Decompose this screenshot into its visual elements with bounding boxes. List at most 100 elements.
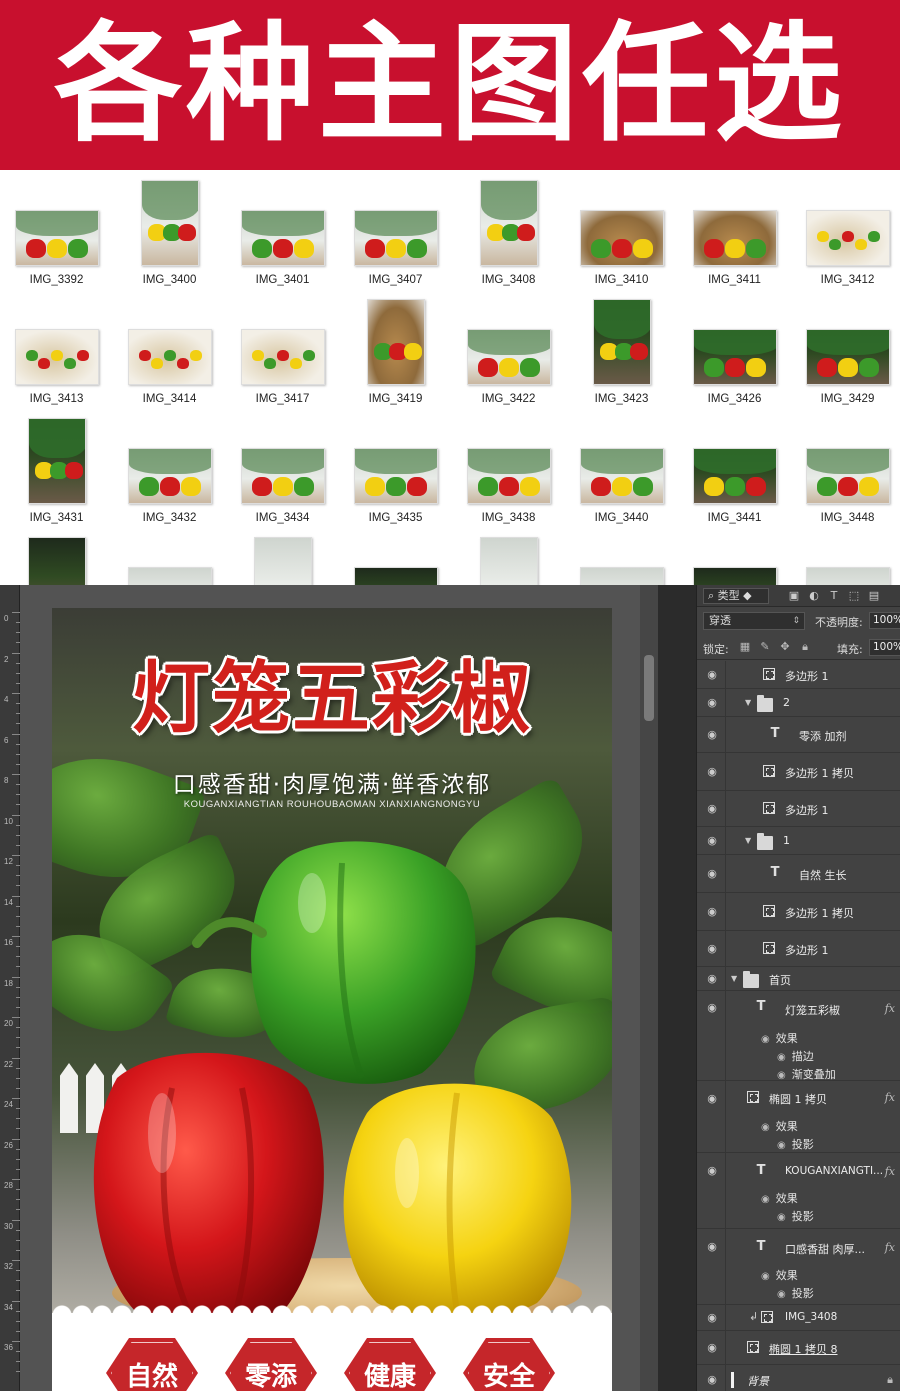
expand-triangle-icon[interactable]: ▼ — [745, 836, 751, 845]
eye-icon[interactable]: ◉ — [705, 1241, 719, 1252]
expand-triangle-icon[interactable]: ▼ — [731, 974, 737, 983]
filter-shape-icon[interactable]: ⬚ — [847, 589, 861, 603]
layer-group-row[interactable]: ◉ ▼ 首页 — [697, 967, 900, 991]
thumbnail-item[interactable]: IMG_3422 — [452, 289, 565, 408]
thumbnail-item[interactable]: IMG_3414 — [113, 289, 226, 408]
eye-icon[interactable]: ◉ — [777, 1289, 786, 1300]
eye-icon[interactable]: ◉ — [761, 1122, 770, 1133]
thumbnail-item-partial[interactable] — [452, 527, 565, 585]
eye-icon[interactable]: ◉ — [705, 973, 719, 984]
smart-object-icon — [761, 1311, 773, 1323]
expand-triangle-icon[interactable]: ▼ — [745, 698, 751, 707]
lock-brush-icon[interactable]: ✎ — [759, 641, 771, 653]
layer-row[interactable]: ◉ T 口感香甜 肉厚... fx ◉ 效果 ◉ 投影 — [697, 1229, 900, 1305]
thumbnail-item[interactable]: IMG_3423 — [565, 289, 678, 408]
layer-row[interactable]: ◉ T KOUGANXIANGTI... fx ◉ 效果 ◉ 投影 — [697, 1153, 900, 1229]
thumbnail-item[interactable]: IMG_3435 — [339, 408, 452, 527]
lock-move-icon[interactable]: ✥ — [779, 641, 791, 653]
eye-icon[interactable]: ◉ — [705, 1342, 719, 1353]
eye-icon[interactable]: ◉ — [705, 803, 719, 814]
layer-row[interactable]: ◉ 椭圆 1 拷贝 fx ◉ 效果 ◉ 投影 — [697, 1081, 900, 1153]
thumbnail-item[interactable]: IMG_3411 — [678, 170, 791, 289]
layer-group-row[interactable]: ◉ ▼ 2 — [697, 689, 900, 717]
layer-row[interactable]: ◉ 椭圆 1 拷贝 8 — [697, 1331, 900, 1365]
eye-icon[interactable]: ◉ — [705, 669, 719, 680]
eye-icon[interactable]: ◉ — [705, 766, 719, 777]
thumbnail-item-partial[interactable] — [226, 527, 339, 585]
thumbnail-item-partial[interactable] — [791, 527, 900, 585]
layer-group-row[interactable]: ◉ ▼ 1 — [697, 827, 900, 855]
eye-icon[interactable]: ◉ — [705, 943, 719, 954]
layer-row[interactable]: ◉ T 零添 加剂 — [697, 717, 900, 753]
thumbnail-item[interactable]: IMG_3410 — [565, 170, 678, 289]
fx-icon[interactable]: fx — [885, 1002, 895, 1015]
filter-smart-object-icon[interactable]: ▤ — [867, 589, 881, 603]
thumbnail-item-partial[interactable] — [339, 527, 452, 585]
thumbnail-item-partial[interactable] — [0, 527, 113, 585]
lock-transparent-icon[interactable]: ▦ — [739, 641, 751, 653]
layer-row[interactable]: ◉ 多边形 1 — [697, 931, 900, 967]
eye-icon[interactable]: ◉ — [705, 868, 719, 879]
layer-row[interactable]: ◉ 多边形 1 — [697, 661, 900, 689]
eye-icon[interactable]: ◉ — [761, 1194, 770, 1205]
opacity-field[interactable]: 100% — [869, 612, 900, 629]
eye-icon[interactable]: ◉ — [705, 1165, 719, 1176]
thumbnail-item-partial[interactable] — [678, 527, 791, 585]
filter-adjustment-icon[interactable]: ◐ — [807, 589, 821, 603]
thumbnail-item[interactable]: IMG_3434 — [226, 408, 339, 527]
thumbnail-item[interactable]: IMG_3401 — [226, 170, 339, 289]
eye-icon[interactable]: ◉ — [777, 1212, 786, 1223]
eye-icon[interactable]: ◉ — [705, 835, 719, 846]
eye-icon[interactable]: ◉ — [705, 1312, 719, 1323]
poster-canvas[interactable]: 灯笼五彩椒 口感香甜·肉厚饱满·鲜香浓郁 KOUGANXIANGTIAN ROU… — [52, 608, 612, 1391]
eye-icon[interactable]: ◉ — [761, 1034, 770, 1045]
filter-type-icon[interactable]: T — [827, 589, 841, 603]
eye-icon[interactable]: ◉ — [705, 1093, 719, 1104]
filter-kind-select[interactable]: ⌕ 类型 ◆ — [703, 588, 769, 604]
lock-all-icon[interactable]: 🔒︎ — [799, 641, 811, 653]
fx-icon[interactable]: fx — [885, 1165, 895, 1178]
eye-icon[interactable]: ◉ — [705, 1002, 719, 1013]
fill-field[interactable]: 100% — [869, 639, 900, 656]
thumbnail-item[interactable]: IMG_3440 — [565, 408, 678, 527]
eye-icon[interactable]: ◉ — [777, 1070, 786, 1081]
eye-icon[interactable]: ◉ — [705, 906, 719, 917]
layer-row[interactable]: ◉ 多边形 1 拷贝 — [697, 893, 900, 931]
eye-icon[interactable]: ◉ — [705, 1374, 719, 1385]
eye-icon[interactable]: ◉ — [777, 1140, 786, 1151]
eye-icon[interactable]: ◉ — [761, 1271, 770, 1282]
thumbnail-item[interactable]: IMG_3429 — [791, 289, 900, 408]
thumbnail-item[interactable]: IMG_3392 — [0, 170, 113, 289]
layer-row[interactable]: ◉ T 自然 生长 — [697, 855, 900, 893]
thumbnail-item[interactable]: IMG_3432 — [113, 408, 226, 527]
thumbnail-item[interactable]: IMG_3426 — [678, 289, 791, 408]
layer-row[interactable]: ◉ T 灯笼五彩椒 fx ◉ 效果 ◉ 描边 ◉ 渐变叠加 — [697, 991, 900, 1081]
thumbnail-item[interactable]: IMG_3417 — [226, 289, 339, 408]
thumbnail-item[interactable]: IMG_3407 — [339, 170, 452, 289]
thumbnail-item[interactable]: IMG_3438 — [452, 408, 565, 527]
thumbnail-item[interactable]: IMG_3408 — [452, 170, 565, 289]
fx-icon[interactable]: fx — [885, 1091, 895, 1104]
thumbnail-item[interactable]: IMG_3448 — [791, 408, 900, 527]
eye-icon[interactable]: ◉ — [705, 697, 719, 708]
thumbnail-item[interactable]: IMG_3419 — [339, 289, 452, 408]
canvas-scrollbar[interactable] — [640, 585, 658, 1391]
layer-row[interactable]: ◉ 多边形 1 — [697, 791, 900, 827]
thumbnail-item[interactable]: IMG_3413 — [0, 289, 113, 408]
thumbnail-item[interactable]: IMG_3412 — [791, 170, 900, 289]
scrollbar-thumb[interactable] — [644, 655, 654, 721]
layer-row[interactable]: ◉ ↲ IMG_3408 — [697, 1305, 900, 1331]
thumbnail-item[interactable]: IMG_3400 — [113, 170, 226, 289]
eye-icon[interactable]: ◉ — [777, 1052, 786, 1063]
eye-icon[interactable]: ◉ — [705, 729, 719, 740]
thumbnail-item-partial[interactable] — [565, 527, 678, 585]
layer-row[interactable]: ◉ 多边形 1 拷贝 — [697, 753, 900, 791]
filter-pixel-icon[interactable]: ▣ — [787, 589, 801, 603]
thumbnail-item-partial[interactable] — [113, 527, 226, 585]
fx-icon[interactable]: fx — [885, 1241, 895, 1254]
layer-row[interactable]: ◉ 背景 🔒︎ — [697, 1365, 900, 1391]
thumbnail-item[interactable]: IMG_3431 — [0, 408, 113, 527]
blend-mode-select[interactable]: 穿透 ⇕ — [703, 612, 805, 630]
thumbnail-item[interactable]: IMG_3441 — [678, 408, 791, 527]
thumbnail-label: IMG_3438 — [481, 512, 536, 524]
